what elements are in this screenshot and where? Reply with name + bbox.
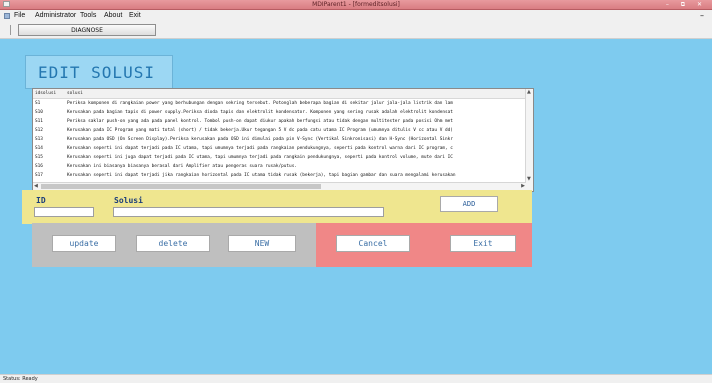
cell-solusi: Periksa saklar push-on yang ada pada pan… bbox=[67, 119, 453, 124]
cell-solusi: Kerusakan pada bagian tapis di power sup… bbox=[67, 110, 453, 115]
action-panel: update delete NEW bbox=[32, 223, 316, 267]
form-heading: EDIT SOLUSI bbox=[38, 63, 155, 82]
menu-bar: File Administrator Tools About Exit – bbox=[0, 10, 712, 22]
solusi-label: Solusi bbox=[114, 196, 143, 205]
table-row[interactable]: S12 Kerusakan pada IC Program yang mati t… bbox=[33, 126, 526, 135]
table-row[interactable]: S17 Kerusakan seperti ini dapat terjadi j… bbox=[33, 171, 526, 180]
cell-solusi: Kerusakan seperti ini dapat terjadi pada… bbox=[67, 146, 453, 151]
exit-button[interactable]: Exit bbox=[450, 235, 516, 252]
cell-id: S14 bbox=[35, 146, 43, 151]
cell-id: S11 bbox=[35, 119, 43, 124]
cell-id: S17 bbox=[35, 173, 43, 178]
id-field[interactable] bbox=[34, 207, 94, 217]
toolbar-grip[interactable] bbox=[10, 25, 11, 35]
table-row[interactable]: S1 Periksa komponen di rangkaian power ya… bbox=[33, 99, 526, 108]
scroll-right-icon[interactable]: ▶ bbox=[521, 183, 525, 189]
table-row[interactable]: S10 Kerusakan pada bagian tapis di power … bbox=[33, 108, 526, 117]
id-label: ID bbox=[36, 196, 46, 205]
cell-id: S13 bbox=[35, 137, 43, 142]
solusi-grid[interactable]: idsolusi solusi S1 Periksa komponen di ra… bbox=[32, 88, 534, 192]
table-row[interactable]: S13 Kerusakan pada OSD (On Screen Display… bbox=[33, 135, 526, 144]
cancel-exit-panel: Cancel Exit bbox=[316, 223, 532, 267]
add-button[interactable]: ADD bbox=[440, 196, 498, 212]
cell-solusi: Kerusakan seperti ini juga dapat terjadi… bbox=[67, 155, 453, 160]
table-row[interactable]: S14 Kerusakan seperti ini dapat terjadi p… bbox=[33, 144, 526, 153]
cell-solusi: Kerusakan pada OSD (On Screen Display).P… bbox=[67, 137, 453, 142]
column-header-idsolusi[interactable]: idsolusi bbox=[35, 89, 63, 98]
menu-file[interactable]: File bbox=[14, 10, 25, 22]
delete-button[interactable]: delete bbox=[136, 235, 210, 252]
status-bar: Status: Ready bbox=[0, 374, 712, 383]
cell-solusi: Periksa komponen di rangkaian power yang… bbox=[67, 101, 453, 106]
input-panel: ID Solusi ADD bbox=[22, 190, 532, 224]
mdi-minimize-icon[interactable]: – bbox=[700, 10, 704, 22]
table-row[interactable]: S16 Kerusakan ini biasanya biasanya beras… bbox=[33, 162, 526, 171]
cell-solusi: Kerusakan seperti ini dapat terjadi jika… bbox=[67, 173, 456, 178]
toolbar: DIAGNOSE bbox=[0, 22, 712, 39]
mdi-child-icon[interactable] bbox=[4, 13, 10, 19]
cell-id: S1 bbox=[35, 101, 41, 106]
new-button[interactable]: NEW bbox=[228, 235, 296, 252]
menu-about[interactable]: About bbox=[104, 10, 122, 22]
update-button[interactable]: update bbox=[52, 235, 116, 252]
menu-exit[interactable]: Exit bbox=[129, 10, 141, 22]
table-row[interactable]: S11 Periksa saklar push-on yang ada pada … bbox=[33, 117, 526, 126]
form-heading-box: EDIT SOLUSI bbox=[25, 55, 173, 89]
solusi-field[interactable] bbox=[113, 207, 384, 217]
cell-id: S16 bbox=[35, 164, 43, 169]
diagnose-button[interactable]: DIAGNOSE bbox=[18, 24, 156, 36]
title-bar: MDIParent1 - [formeditsolusi] – ⧉ ✕ bbox=[0, 0, 712, 10]
menu-tools[interactable]: Tools bbox=[80, 10, 96, 22]
cell-id: S10 bbox=[35, 110, 43, 115]
cancel-button[interactable]: Cancel bbox=[336, 235, 410, 252]
column-header-solusi[interactable]: solusi bbox=[67, 89, 83, 98]
grid-vertical-scrollbar[interactable]: ▲ ▼ bbox=[525, 89, 533, 191]
cell-solusi: Kerusakan ini biasanya biasanya berasal … bbox=[67, 164, 297, 169]
scroll-left-icon[interactable]: ◀ bbox=[34, 183, 38, 189]
horizontal-scroll-thumb[interactable] bbox=[41, 184, 321, 189]
scroll-up-icon[interactable]: ▲ bbox=[527, 89, 531, 95]
cell-id: S15 bbox=[35, 155, 43, 160]
window-title: MDIParent1 - [formeditsolusi] bbox=[312, 1, 400, 8]
status-text: Status: Ready bbox=[3, 376, 38, 382]
table-row[interactable]: S15 Kerusakan seperti ini juga dapat terj… bbox=[33, 153, 526, 162]
scroll-down-icon[interactable]: ▼ bbox=[527, 176, 531, 182]
grid-header-row: idsolusi solusi bbox=[33, 89, 526, 99]
window-controls[interactable]: – ⧉ ✕ bbox=[666, 0, 707, 9]
cell-solusi: Kerusakan pada IC Program yang mati tota… bbox=[67, 128, 453, 133]
cell-id: S12 bbox=[35, 128, 43, 133]
menu-administrator[interactable]: Administrator bbox=[35, 10, 76, 22]
